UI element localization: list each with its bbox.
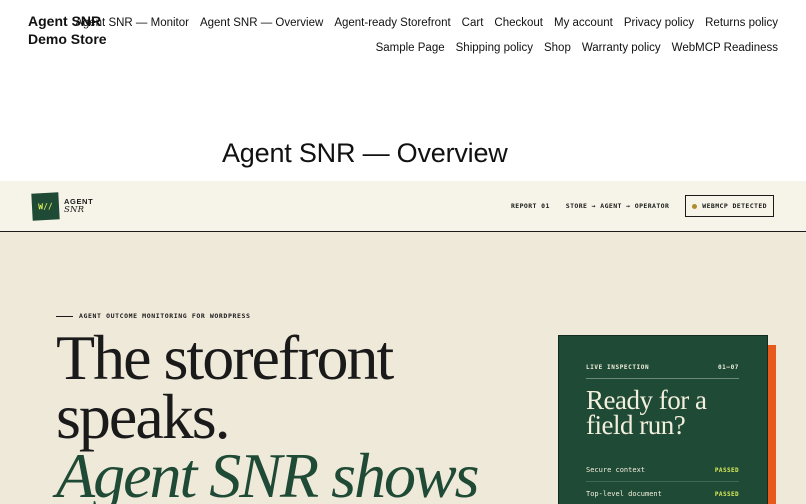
nav-link-storefront[interactable]: Agent-ready Storefront <box>334 17 450 29</box>
card-title: Ready for a field run? <box>586 387 707 440</box>
primary-nav: Agent SNR — Monitor Agent SNR — Overview… <box>75 10 778 60</box>
nav-row-1: Agent SNR — Monitor Agent SNR — Overview… <box>75 10 778 35</box>
nav-link-shop[interactable]: Shop <box>544 42 571 54</box>
app-header-bar: W// AGENT SNR REPORT 01 STORE → AGENT → … <box>0 181 806 232</box>
nav-link-shipping-policy[interactable]: Shipping policy <box>456 42 533 54</box>
nav-link-monitor[interactable]: Agent SNR — Monitor <box>75 17 189 29</box>
card-header: LIVE INSPECTION 01—07 <box>586 364 739 379</box>
check-row: Secure context PASSED <box>586 466 739 482</box>
nav-link-cart[interactable]: Cart <box>462 17 484 29</box>
flow-label: STORE → AGENT → OPERATOR <box>565 202 670 210</box>
status-dot-icon <box>692 203 698 209</box>
eyebrow-text: AGENT OUTCOME MONITORING FOR WORDPRESS <box>79 312 251 320</box>
nav-link-returns-policy[interactable]: Returns policy <box>705 17 778 29</box>
headline-line-3: Agent SNR shows <box>56 440 480 504</box>
nav-link-webmcp-readiness[interactable]: WebMCP Readiness <box>672 42 778 54</box>
webmcp-status-badge: WEBMCP DETECTED <box>685 195 774 217</box>
nav-link-warranty-policy[interactable]: Warranty policy <box>582 42 661 54</box>
hero-section: AGENT OUTCOME MONITORING FOR WORDPRESS T… <box>0 232 806 504</box>
nav-link-sample-page[interactable]: Sample Page <box>376 42 445 54</box>
check-status-badge: PASSED <box>714 466 739 474</box>
live-inspection-card: LIVE INSPECTION 01—07 Ready for a field … <box>558 335 768 504</box>
check-name: Top-level document <box>586 490 662 498</box>
agent-snr-logo-icon[interactable]: W// <box>31 192 60 221</box>
check-status-badge: PASSED <box>714 490 739 498</box>
card-title-line-2: field run? <box>586 410 686 440</box>
headline-line-1: The storefront <box>56 322 394 393</box>
report-label: REPORT 01 <box>510 202 550 210</box>
webmcp-status-text: WEBMCP DETECTED <box>702 202 767 210</box>
card-label: LIVE INSPECTION <box>586 364 650 371</box>
page-title: Agent SNR — Overview <box>222 138 508 168</box>
app-bar-meta: REPORT 01 STORE → AGENT → OPERATOR WEBMC… <box>511 195 774 217</box>
card-counter: 01—07 <box>717 364 739 371</box>
eyebrow-rule <box>56 315 73 317</box>
check-name: Secure context <box>586 466 646 474</box>
hero-eyebrow: AGENT OUTCOME MONITORING FOR WORDPRESS <box>56 312 251 320</box>
nav-link-checkout[interactable]: Checkout <box>494 17 543 29</box>
nav-link-my-account[interactable]: My account <box>554 17 613 29</box>
nav-link-overview[interactable]: Agent SNR — Overview <box>200 17 323 29</box>
hero-headline: The storefront speaks. Agent SNR shows <box>56 322 526 504</box>
logo-wordmark-line2: SNR <box>64 205 85 215</box>
nav-link-privacy-policy[interactable]: Privacy policy <box>624 17 694 29</box>
nav-row-2: Sample Page Shipping policy Shop Warrant… <box>138 35 778 60</box>
site-header: Agent SNR Demo Store Agent SNR — Monitor… <box>0 0 806 120</box>
headline-line-2: speaks. <box>56 381 231 452</box>
check-row: Top-level document PASSED <box>586 490 739 498</box>
logo-wordmark: AGENT SNR <box>64 197 93 215</box>
